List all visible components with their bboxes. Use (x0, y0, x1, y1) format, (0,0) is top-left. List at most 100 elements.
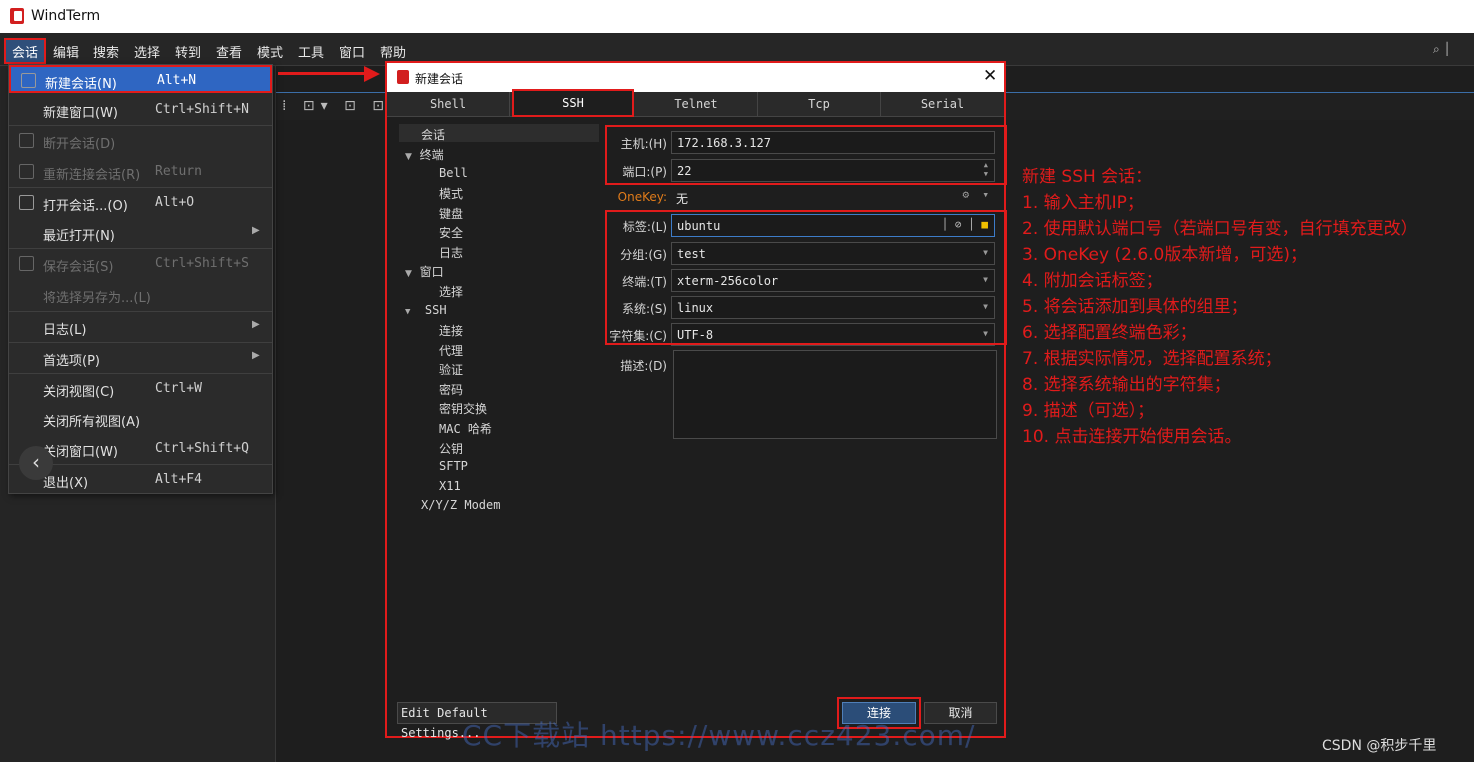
submenu-arrow-icon: ▶ (252, 225, 260, 236)
onekey-row: OneKey: 无 ⚙ ▾ (605, 186, 997, 210)
disconnect-icon (19, 133, 34, 148)
instruction-line: 5. 将会话添加到具体的组里； (1022, 297, 1248, 317)
tab-ssh[interactable]: SSH (512, 89, 634, 117)
tree-item-bell[interactable]: Bell (439, 166, 468, 180)
new-session-toolbar-icon[interactable]: ⁞ ⊡▾ ⊡ ⊡ (282, 98, 390, 114)
tree-item-selection[interactable]: 选择 (439, 283, 463, 300)
chevron-down-icon: ▼ (405, 307, 411, 317)
tab-telnet[interactable]: Telnet (635, 92, 758, 117)
menu-mode[interactable]: 模式 (257, 42, 283, 61)
tree-item-password[interactable]: 密码 (439, 381, 463, 398)
tree-item-sftp[interactable]: SFTP (439, 459, 468, 473)
instruction-line: 1. 输入主机IP； (1022, 193, 1144, 213)
tree-item-modem[interactable]: X/Y/Z Modem (421, 498, 500, 512)
menu-item-save-session[interactable]: 保存会话(S) Ctrl+Shift+S (9, 250, 272, 278)
menu-search[interactable]: 搜索 (93, 42, 119, 61)
menu-session-active-label[interactable]: 会话 (12, 42, 38, 61)
menu-item-reconnect[interactable]: 重新连接会话(R) Return (9, 158, 272, 186)
submenu-arrow-icon: ▶ (252, 350, 260, 361)
instruction-line: 新建 SSH 会话： (1022, 167, 1153, 187)
annotation-box-fields (605, 210, 1007, 345)
dialog-titlebar: 新建会话 ✕ (387, 63, 1004, 92)
menu-item-log[interactable]: 日志(L) ▶ (9, 313, 272, 341)
app-logo-icon (10, 8, 24, 24)
menu-item-close-view[interactable]: 关闭视图(C) Ctrl+W (9, 375, 272, 403)
dialog-title: 新建会话 (415, 72, 464, 86)
menu-divider (9, 311, 272, 312)
menu-divider (9, 125, 272, 126)
tree-item-ssh[interactable]: ▼ SSH (405, 303, 447, 317)
menu-goto[interactable]: 转到 (175, 42, 201, 61)
app-logo-icon (397, 70, 409, 84)
tree-item-keyboard[interactable]: 键盘 (439, 205, 463, 222)
tree-item-session[interactable]: 会话 (421, 126, 445, 143)
app-title: WindTerm (31, 8, 101, 24)
menu-item-close-all-views[interactable]: 关闭所有视图(A) (9, 405, 272, 433)
menu-item-new-window[interactable]: 新建窗口(W) Ctrl+Shift+N (9, 96, 272, 124)
tab-shell[interactable]: Shell (387, 92, 510, 117)
tree-item-security[interactable]: 安全 (439, 224, 463, 241)
tree-item-x11[interactable]: X11 (439, 479, 461, 493)
instruction-line: 6. 选择配置终端色彩； (1022, 323, 1197, 343)
new-session-icon (21, 73, 36, 88)
gear-icon[interactable]: ⚙ ▾ (963, 188, 990, 201)
tree-item-pubkey[interactable]: 公钥 (439, 440, 463, 457)
menu-divider (9, 248, 272, 249)
annotation-instructions: 新建 SSH 会话： 1. 输入主机IP； 2. 使用默认端口号（若端口号有变，… (1022, 164, 1472, 450)
window-titlebar: WindTerm (0, 0, 1474, 33)
reconnect-icon (19, 164, 34, 179)
onekey-label: OneKey: (617, 190, 667, 204)
menu-item-open-session[interactable]: 打开会话...(O) Alt+O (9, 189, 272, 217)
onekey-select[interactable]: 无 ⚙ ▾ (671, 186, 995, 209)
menu-view[interactable]: 查看 (216, 42, 242, 61)
protocol-tabs: Shell SSH Telnet Tcp Serial (387, 89, 1004, 117)
menu-item-new-session[interactable]: 新建会话(N) Alt+N (9, 65, 272, 93)
menu-help[interactable]: 帮助 (380, 42, 406, 61)
menu-item-disconnect[interactable]: 断开会话(D) (9, 127, 272, 155)
tree-item-kex[interactable]: 密钥交换 (439, 400, 487, 417)
chevron-down-icon: ▼ (405, 269, 412, 279)
tree-item-mac[interactable]: MAC 哈希 (439, 420, 492, 437)
menu-edit[interactable]: 编辑 (53, 42, 79, 61)
chevron-down-icon: ▼ (405, 152, 412, 162)
tree-item-log[interactable]: 日志 (439, 244, 463, 261)
tree-item-window[interactable]: ▼ 窗口 (405, 263, 444, 280)
back-arrow-icon[interactable]: ‹ (19, 446, 53, 480)
menu-item-preferences[interactable]: 首选项(P) ▶ (9, 344, 272, 372)
settings-tree: 会话 ▼ 终端 Bell 模式 键盘 安全 日志 ▼ 窗口 选择 ▼ SSH 连… (395, 123, 599, 683)
tab-serial[interactable]: Serial (881, 92, 1004, 117)
session-menu-dropdown: 新建会话(N) Alt+N 新建窗口(W) Ctrl+Shift+N 断开会话(… (8, 64, 273, 494)
instruction-line: 7. 根据实际情况，选择配置系统； (1022, 349, 1282, 369)
menu-divider (9, 342, 272, 343)
new-session-dialog: 新建会话 ✕ Shell SSH Telnet Tcp Serial 会话 ▼ … (385, 61, 1007, 740)
submenu-arrow-icon: ▶ (252, 319, 260, 330)
instruction-line: 10. 点击连接开始使用会话。 (1022, 427, 1242, 447)
search-icon[interactable]: ⌕ │ (1433, 42, 1451, 57)
menu-window[interactable]: 窗口 (339, 42, 365, 61)
tree-item-terminal[interactable]: ▼ 终端 (405, 146, 444, 163)
instruction-line: 3. OneKey (2.6.0版本新增，可选)； (1022, 245, 1307, 265)
credit-text: CSDN @积步千里 (1322, 738, 1437, 754)
tree-item-proxy[interactable]: 代理 (439, 342, 463, 359)
description-label: 描述:(D) (620, 359, 667, 373)
tree-item-auth[interactable]: 验证 (439, 361, 463, 378)
menu-tools[interactable]: 工具 (298, 42, 324, 61)
annotation-box-host (605, 125, 1007, 185)
tree-item-connection[interactable]: 连接 (439, 322, 463, 339)
save-icon (19, 256, 34, 271)
instruction-line: 8. 选择系统输出的字符集； (1022, 375, 1231, 395)
menu-item-save-selection[interactable]: 将选择另存为...(L) (9, 281, 272, 309)
annotation-arrow (278, 72, 366, 75)
annotation-arrow-head (364, 66, 380, 82)
watermark: CC下载站 https://www.ccz423.com/ (462, 719, 976, 752)
tab-tcp[interactable]: Tcp (758, 92, 881, 117)
description-textarea[interactable] (673, 350, 997, 439)
tree-item-mode[interactable]: 模式 (439, 185, 463, 202)
menu-item-recent[interactable]: 最近打开(N) ▶ (9, 219, 272, 247)
instruction-line: 2. 使用默认端口号（若端口号有变，自行填充更改） (1022, 219, 1418, 239)
open-session-icon (19, 195, 34, 210)
instruction-line: 9. 描述（可选）； (1022, 401, 1155, 421)
close-icon[interactable]: ✕ (983, 66, 997, 86)
menu-divider (9, 373, 272, 374)
menu-select[interactable]: 选择 (134, 42, 160, 61)
